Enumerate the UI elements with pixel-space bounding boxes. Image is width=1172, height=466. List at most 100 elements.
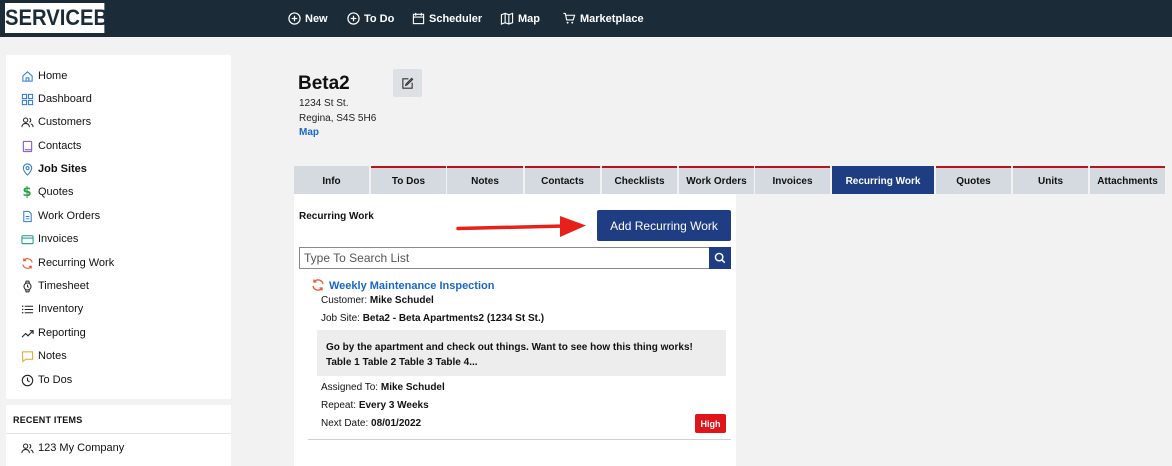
list-icon [20,302,34,316]
tab-to-dos[interactable]: To Dos [371,166,446,194]
sidebar-item-label: Work Orders [38,210,101,222]
tab-invoices[interactable]: Invoices [755,166,830,194]
refresh-icon [312,279,324,291]
next-date-label: Next Date: [321,418,369,429]
assigned-label: Assigned To: [321,382,379,393]
search-icon [714,252,726,264]
tab-checklists[interactable]: Checklists [602,166,677,194]
assigned-row: Assigned To: Mike Schudel [321,382,445,393]
nav-marketplace[interactable]: Marketplace [562,0,644,37]
sidebar-item-label: To Dos [38,374,73,386]
sidebar-item-label: Notes [38,350,67,362]
edit-icon [402,77,414,89]
plus-circle-icon [347,12,360,25]
add-recurring-work-button[interactable]: Add Recurring Work [597,210,731,241]
sidebar-item-to-dos[interactable]: To Dos [20,370,72,390]
map-link[interactable]: Map [299,127,319,138]
map-icon [500,12,514,25]
red-arrow-annotation [456,216,586,237]
repeat-value: Every 3 Weeks [358,400,429,411]
servicebox-logo[interactable]: SERVICEBOX [5,3,137,33]
panel-title: Recurring Work [299,211,374,222]
nav-scheduler[interactable]: Scheduler [412,0,482,37]
description-box: Go by the apartment and check out things… [317,330,726,376]
recent-item-label: 123 My Company [38,442,125,454]
home-icon [20,69,34,83]
nav-new-label: New [305,12,328,25]
sidebar-item-label: Job Sites [38,163,87,175]
jobsite-value: Beta2 - Beta Apartments2 (1234 St St.) [362,313,545,324]
sidebar-item-label: Timesheet [38,280,89,292]
sidebar-item-home[interactable]: Home [20,66,67,86]
sidebar-item-quotes[interactable]: $ Quotes [20,182,73,202]
recent-item[interactable]: 123 My Company [20,438,124,458]
sidebar-item-label: Reporting [38,327,86,339]
sidebar-item-inventory[interactable]: Inventory [20,299,83,319]
book-icon [20,139,34,153]
recent-items-title: RECENT ITEMS [13,415,83,425]
tab-units[interactable]: Units [1013,166,1088,194]
recurring-work-title-link[interactable]: Weekly Maintenance Inspection [329,280,494,292]
nav-map-label: Map [518,12,540,25]
sidebar-item-notes[interactable]: Notes [20,346,67,366]
card-icon [20,232,34,246]
repeat-label: Repeat: [321,400,357,411]
search-input[interactable] [299,247,709,269]
sidebar-item-contacts[interactable]: Contacts [20,136,81,156]
top-bar: SERVICEBOX New To Do Scheduler Map Marke… [0,0,1172,37]
divider [6,433,231,434]
sidebar-item-label: Recurring Work [38,257,115,269]
nav-scheduler-label: Scheduler [429,12,483,25]
dollar-icon: $ [22,184,32,200]
cart-icon [563,12,576,24]
nav-marketplace-label: Marketplace [580,12,644,25]
page-title: Beta2 [298,73,350,94]
jobsite-row: Job Site: Beta2 - Beta Apartments2 (1234… [321,313,544,324]
grid-icon [20,92,34,106]
clock-icon [20,373,34,387]
jobsite-label: Job Site: [321,313,360,324]
customer-value: Mike Schudel [369,295,434,306]
sidebar-item-dashboard[interactable]: Dashboard [20,89,92,109]
sidebar-item-label: Invoices [38,233,79,245]
repeat-row: Repeat: Every 3 Weeks [321,400,429,411]
assigned-value: Mike Schudel [380,382,445,393]
search-button[interactable] [709,247,731,269]
edit-button[interactable] [393,69,422,97]
next-date-row: Next Date: 08/01/2022 [321,418,421,429]
tab-notes[interactable]: Notes [447,166,523,194]
tab-work-orders[interactable]: Work Orders [679,166,754,194]
address-line-2: Regina, S4S 5H6 [299,113,377,124]
tab-quotes[interactable]: Quotes [936,166,1011,194]
next-date-value: 08/01/2022 [371,418,422,429]
nav-new[interactable]: New [288,0,328,37]
users-icon [20,441,34,455]
sidebar-item-reporting[interactable]: Reporting [20,323,86,343]
sidebar-item-label: Inventory [38,303,84,315]
nav-todo[interactable]: To Do [347,0,394,37]
sidebar-item-customers[interactable]: Customers [20,112,91,132]
sidebar-item-label: Home [38,70,68,82]
calendar-icon [412,12,425,25]
divider [308,439,731,440]
tab-info[interactable]: Info [294,166,369,194]
watch-icon [20,279,34,293]
tab-recurring-work[interactable]: Recurring Work [832,166,934,194]
sidebar-item-label: Dashboard [38,93,92,105]
sidebar-item-label: Contacts [38,140,82,152]
sidebar-item-recurring-work[interactable]: Recurring Work [20,253,114,273]
sidebar-item-timesheet[interactable]: Timesheet [20,276,89,296]
trend-icon [20,326,34,340]
sidebar-item-work-orders[interactable]: Work Orders [20,206,100,226]
address-line-1: 1234 St St. [299,98,349,109]
sidebar-item-invoices[interactable]: Invoices [20,229,78,249]
tab-attachments[interactable]: Attachments [1090,166,1165,194]
document-icon [20,209,34,223]
customer-label: Customer: [321,295,368,306]
plus-circle-icon [288,12,301,25]
nav-map[interactable]: Map [500,0,540,37]
tab-contacts[interactable]: Contacts [525,166,600,194]
sidebar-item-job-sites[interactable]: Job Sites [20,159,87,179]
customer-row: Customer: Mike Schudel [321,295,434,306]
sidebar-item-label: Customers [38,116,92,128]
